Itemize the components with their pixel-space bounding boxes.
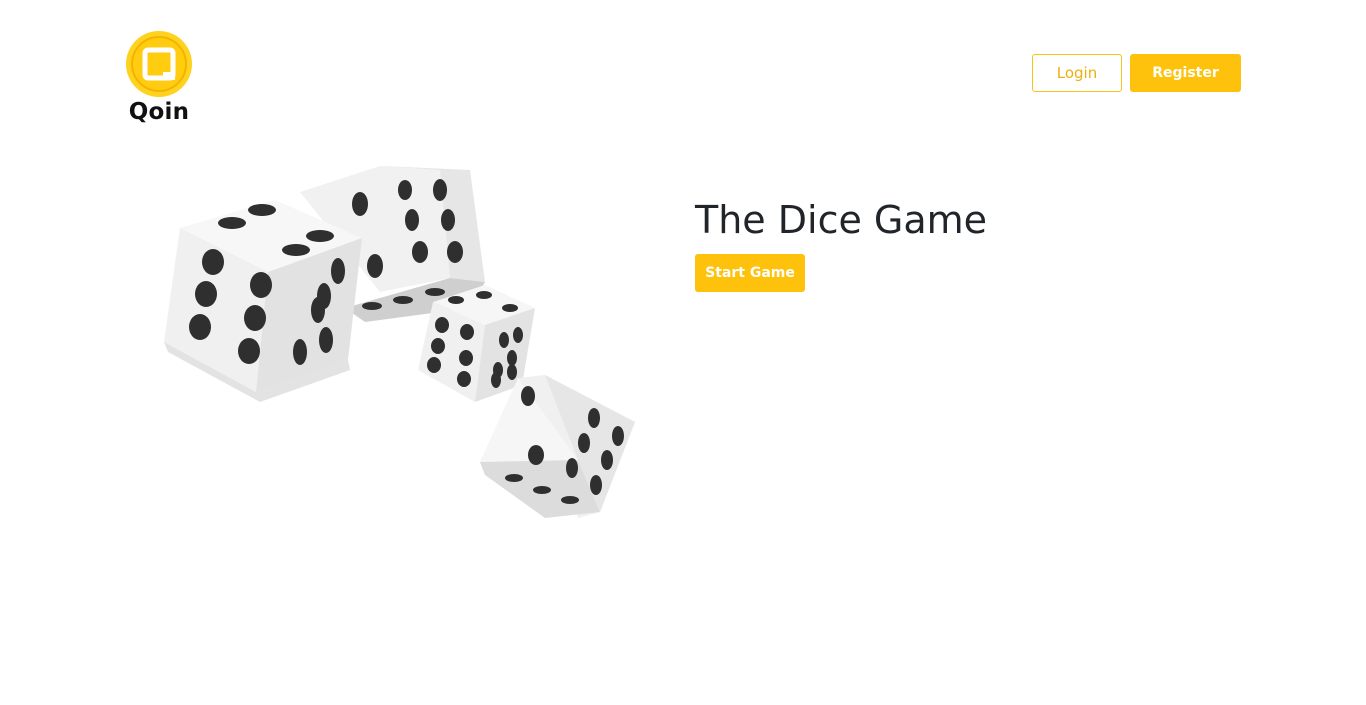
logo-text: Qoin [128, 99, 190, 125]
page-title: The Dice Game [695, 198, 988, 242]
qoin-logo[interactable]: Qoin [124, 29, 194, 125]
die-bottom [480, 375, 635, 518]
start-game-button[interactable]: Start Game [695, 254, 805, 292]
register-button[interactable]: Register [1130, 54, 1241, 92]
dice-illustration [164, 166, 635, 518]
qoin-coin-icon [126, 31, 192, 97]
die-front-large [164, 200, 362, 402]
login-button[interactable]: Login [1032, 54, 1122, 92]
